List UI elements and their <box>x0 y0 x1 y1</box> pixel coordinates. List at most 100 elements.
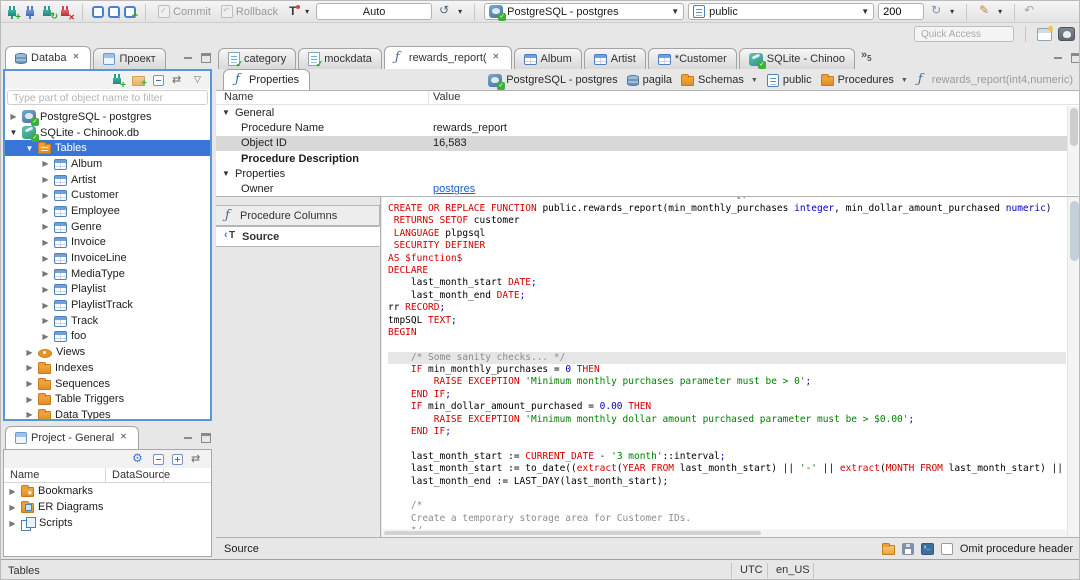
schema-combo[interactable]: public ▼ <box>688 3 875 20</box>
link-with-editor-icon[interactable] <box>172 73 186 87</box>
expanded-arrow-icon[interactable]: ▼ <box>9 128 18 137</box>
tab-properties[interactable]: Properties <box>223 69 311 90</box>
breadcrumb-item-pagila[interactable]: pagila <box>626 74 672 87</box>
save-to-file-icon[interactable] <box>901 542 914 555</box>
code-hscrollbar[interactable] <box>382 529 1067 537</box>
tree-item-playlisttrack[interactable]: ▶ PlaylistTrack <box>5 297 210 313</box>
fetch-size-input[interactable] <box>878 3 925 20</box>
code-scrollbar[interactable] <box>1067 197 1079 537</box>
collapsed-arrow-icon[interactable]: ▶ <box>9 112 18 121</box>
collapsed-arrow-icon[interactable]: ▶ <box>41 238 50 247</box>
tree-item-customer[interactable]: ▶ Customer <box>5 187 210 203</box>
tree-item-employee[interactable]: ▶ Employee <box>5 203 210 219</box>
collapsed-arrow-icon[interactable]: ▶ <box>8 503 17 512</box>
collapsed-arrow-icon[interactable]: ▶ <box>8 519 17 528</box>
collapsed-arrow-icon[interactable]: ▶ <box>41 332 50 341</box>
txn-mode-combo[interactable]: Auto <box>316 3 433 20</box>
tree-item-mediatype[interactable]: ▶ MediaType <box>5 266 210 282</box>
tree-item-table-triggers[interactable]: ▶ Table Triggers <box>5 391 210 407</box>
connect-icon[interactable] <box>23 4 37 19</box>
collapse-all-icon[interactable] <box>153 454 164 465</box>
collapsed-toolbar-icon[interactable]: ▴▾ <box>737 197 748 201</box>
grid-column-name[interactable]: Name <box>216 91 429 104</box>
property-row-general[interactable]: ▼ General <box>216 105 1079 120</box>
property-row-owner[interactable]: Owner postgres <box>216 181 1079 196</box>
reconnect-icon[interactable] <box>41 4 58 22</box>
minimize-icon[interactable] <box>1053 53 1063 63</box>
tab-database-navigator[interactable]: Databa <box>5 46 92 69</box>
collapsed-arrow-icon[interactable]: ▶ <box>8 487 17 496</box>
open-sql-console-icon[interactable] <box>108 5 122 21</box>
omit-header-checkbox[interactable] <box>940 542 953 555</box>
tree-item-views[interactable]: ▶ Views <box>5 344 210 360</box>
source-editor[interactable]: ▴▾ CREATE OR REPLACE FUNCTION public.rew… <box>382 197 1079 537</box>
tree-item-invoice[interactable]: ▶ Invoice <box>5 235 210 251</box>
undo-icon[interactable] <box>1024 3 1037 18</box>
sql-editor-icon[interactable] <box>92 5 104 18</box>
grid-column-value[interactable]: Value <box>429 91 1079 104</box>
tree-item-invoiceline[interactable]: ▶ InvoiceLine <box>5 250 210 266</box>
breadcrumb-item-rewards-report-int4-numeric[interactable]: rewards_report(int4,numeric) <box>917 72 1073 87</box>
tree-item-track[interactable]: ▶ Track <box>5 313 210 329</box>
column-name[interactable]: Name <box>4 468 106 482</box>
open-console-icon[interactable] <box>920 542 934 555</box>
close-icon[interactable] <box>493 52 502 63</box>
chevron-down-icon[interactable]: ▼ <box>751 77 758 84</box>
collapsed-arrow-icon[interactable]: ▶ <box>41 285 50 294</box>
collapsed-arrow-icon[interactable]: ▶ <box>25 348 34 357</box>
chevron-down-icon[interactable]: ▼ <box>901 77 908 84</box>
tree-item-data-types[interactable]: ▶ Data Types <box>5 407 210 419</box>
editor-tab-customer[interactable]: *Customer <box>647 48 737 69</box>
gear-icon[interactable] <box>132 451 145 466</box>
rollback-button[interactable]: Rollback <box>218 4 281 19</box>
object-filter-input[interactable] <box>7 90 208 105</box>
code-area[interactable]: CREATE OR REPLACE FUNCTION public.reward… <box>388 203 1066 531</box>
new-folder-icon[interactable] <box>132 76 147 89</box>
expanded-arrow-icon[interactable]: ▼ <box>25 144 34 153</box>
timezone-indicator[interactable]: UTC <box>740 564 763 576</box>
breadcrumb-item-postgresql-postgres[interactable]: PostgreSQL - postgres <box>488 73 618 90</box>
project-item-er-diagrams[interactable]: ▶ ER Diagrams <box>4 499 211 515</box>
collapsed-arrow-icon[interactable]: ▶ <box>25 379 34 388</box>
tree-item-sqlite-chinook-db[interactable]: ▼ SQLite - Chinook.db <box>5 125 210 143</box>
open-perspective-icon[interactable] <box>1037 25 1053 41</box>
collapsed-arrow-icon[interactable]: ▶ <box>25 410 34 419</box>
collapsed-arrow-icon[interactable]: ▶ <box>41 269 50 278</box>
tree-item-postgresql-postgres[interactable]: ▶ PostgreSQL - postgres <box>5 109 210 127</box>
refresh-button[interactable]: ▾ <box>928 3 957 19</box>
new-connection-icon[interactable] <box>5 4 21 23</box>
locale-indicator[interactable]: en_US <box>776 564 810 576</box>
connection-combo[interactable]: PostgreSQL - postgres ▼ <box>484 3 685 21</box>
property-row-object-id[interactable]: Object ID 16,583 <box>216 135 1079 151</box>
project-item-bookmarks[interactable]: ▶ Bookmarks <box>4 483 211 499</box>
collapsed-arrow-icon[interactable]: ▶ <box>41 316 50 325</box>
collapse-all-icon[interactable] <box>153 75 164 86</box>
maximize-icon[interactable] <box>201 53 211 63</box>
property-row-procedure-name[interactable]: Procedure Name rewards_report <box>216 120 1079 135</box>
expanded-arrow-icon[interactable]: ▼ <box>222 169 232 178</box>
expand-all-icon[interactable] <box>172 454 183 465</box>
editor-tab-album[interactable]: Album <box>513 48 582 69</box>
tree-item-playlist[interactable]: ▶ Playlist <box>5 282 210 298</box>
maximize-icon[interactable] <box>201 433 211 443</box>
breadcrumb-item-schemas[interactable]: Schemas ▼ <box>681 74 758 86</box>
close-icon[interactable] <box>72 52 81 63</box>
tree-item-genre[interactable]: ▶ Genre <box>5 219 210 235</box>
commit-button[interactable]: Commit <box>155 4 214 19</box>
side-tab-procedure-columns[interactable]: Procedure Columns <box>216 205 380 226</box>
generate-button[interactable]: ▾ <box>976 3 1005 19</box>
view-menu-icon[interactable] <box>194 74 204 87</box>
load-from-file-icon[interactable] <box>881 542 895 555</box>
tree-item-tables[interactable]: ▼ Tables <box>5 140 210 157</box>
tree-item-artist[interactable]: ▶ Artist <box>5 172 210 188</box>
link-with-editor-icon[interactable] <box>191 452 205 466</box>
tree-item-foo[interactable]: ▶ foo <box>5 329 210 345</box>
column-datasource[interactable]: DataSource <box>106 468 170 482</box>
breadcrumb-item-procedures[interactable]: Procedures ▼ <box>820 74 908 86</box>
editor-tab-rewards-report[interactable]: rewards_report( <box>383 46 512 69</box>
transaction-mode-button[interactable]: ▾ <box>285 4 312 19</box>
editor-tab-mockdata[interactable]: mockdata <box>298 48 382 70</box>
tab-projects[interactable]: Проект <box>93 48 166 69</box>
side-tab-source[interactable]: Source <box>216 226 380 247</box>
editor-tab-category[interactable]: category <box>218 48 297 70</box>
